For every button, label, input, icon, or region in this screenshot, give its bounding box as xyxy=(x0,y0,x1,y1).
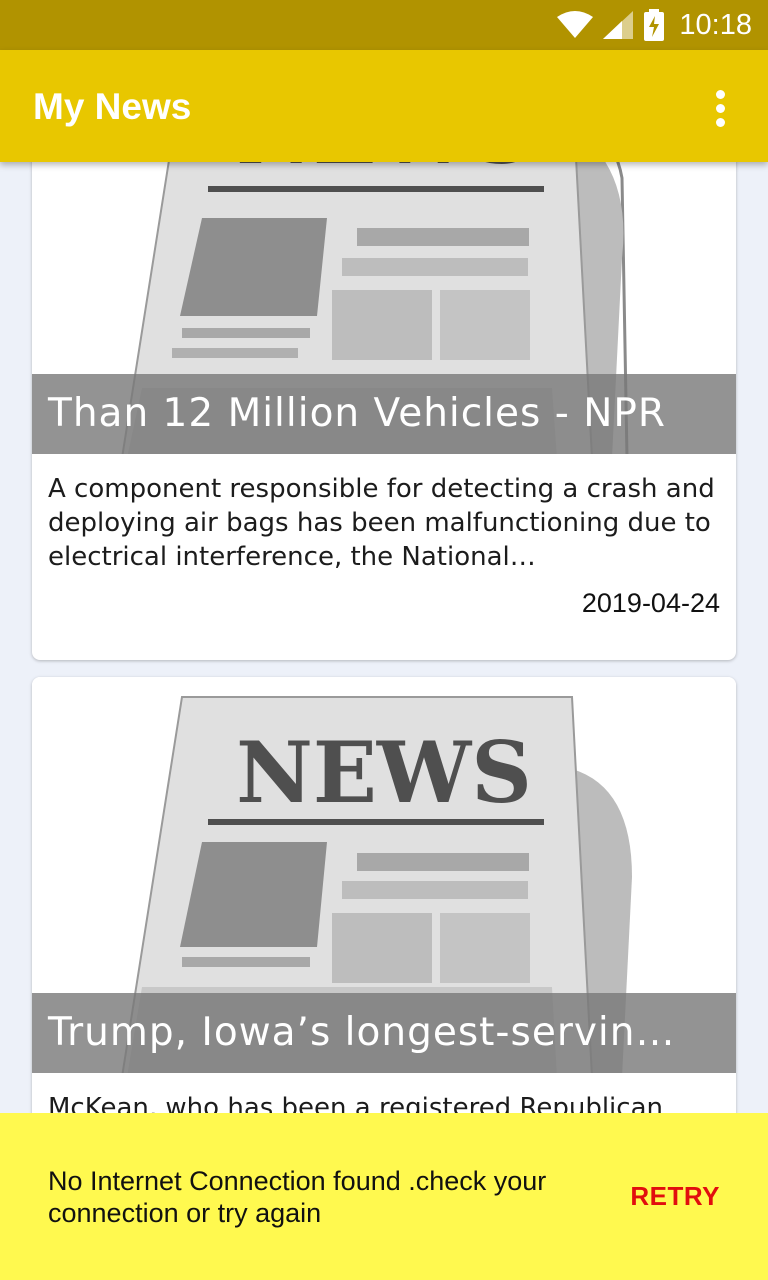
wifi-icon xyxy=(557,11,594,38)
retry-button[interactable]: RETRY xyxy=(630,1181,720,1212)
battery-charging-icon xyxy=(644,9,665,41)
app-bar: My News xyxy=(0,50,768,162)
article-description: A component responsible for detecting a … xyxy=(48,474,715,572)
snackbar: No Internet Connection found .check your… xyxy=(0,1113,768,1280)
status-bar: 10:18 xyxy=(0,0,768,50)
newspaper-masthead: NEWS xyxy=(236,723,532,822)
snackbar-message: No Internet Connection found .check your… xyxy=(48,1166,547,1228)
newspaper-masthead: NEWS xyxy=(236,162,532,183)
news-card[interactable]: NEWS Than 12 Million Vehicles - NPR A co… xyxy=(32,162,736,660)
app-title: My News xyxy=(33,86,192,127)
cell-signal-icon xyxy=(603,11,634,39)
article-title-overlay: Than 12 Million Vehicles - NPR xyxy=(32,374,736,454)
article-date: 2019-04-24 xyxy=(581,588,720,618)
article-title: Than 12 Million Vehicles - NPR xyxy=(48,391,666,436)
status-icons: 10:18 xyxy=(557,0,752,50)
status-time: 10:18 xyxy=(679,8,752,41)
article-title-overlay: Trump, Iowa’s longest-servin… xyxy=(32,993,736,1073)
article-title: Trump, Iowa’s longest-servin… xyxy=(48,1010,676,1055)
more-vert-icon[interactable] xyxy=(702,86,738,130)
